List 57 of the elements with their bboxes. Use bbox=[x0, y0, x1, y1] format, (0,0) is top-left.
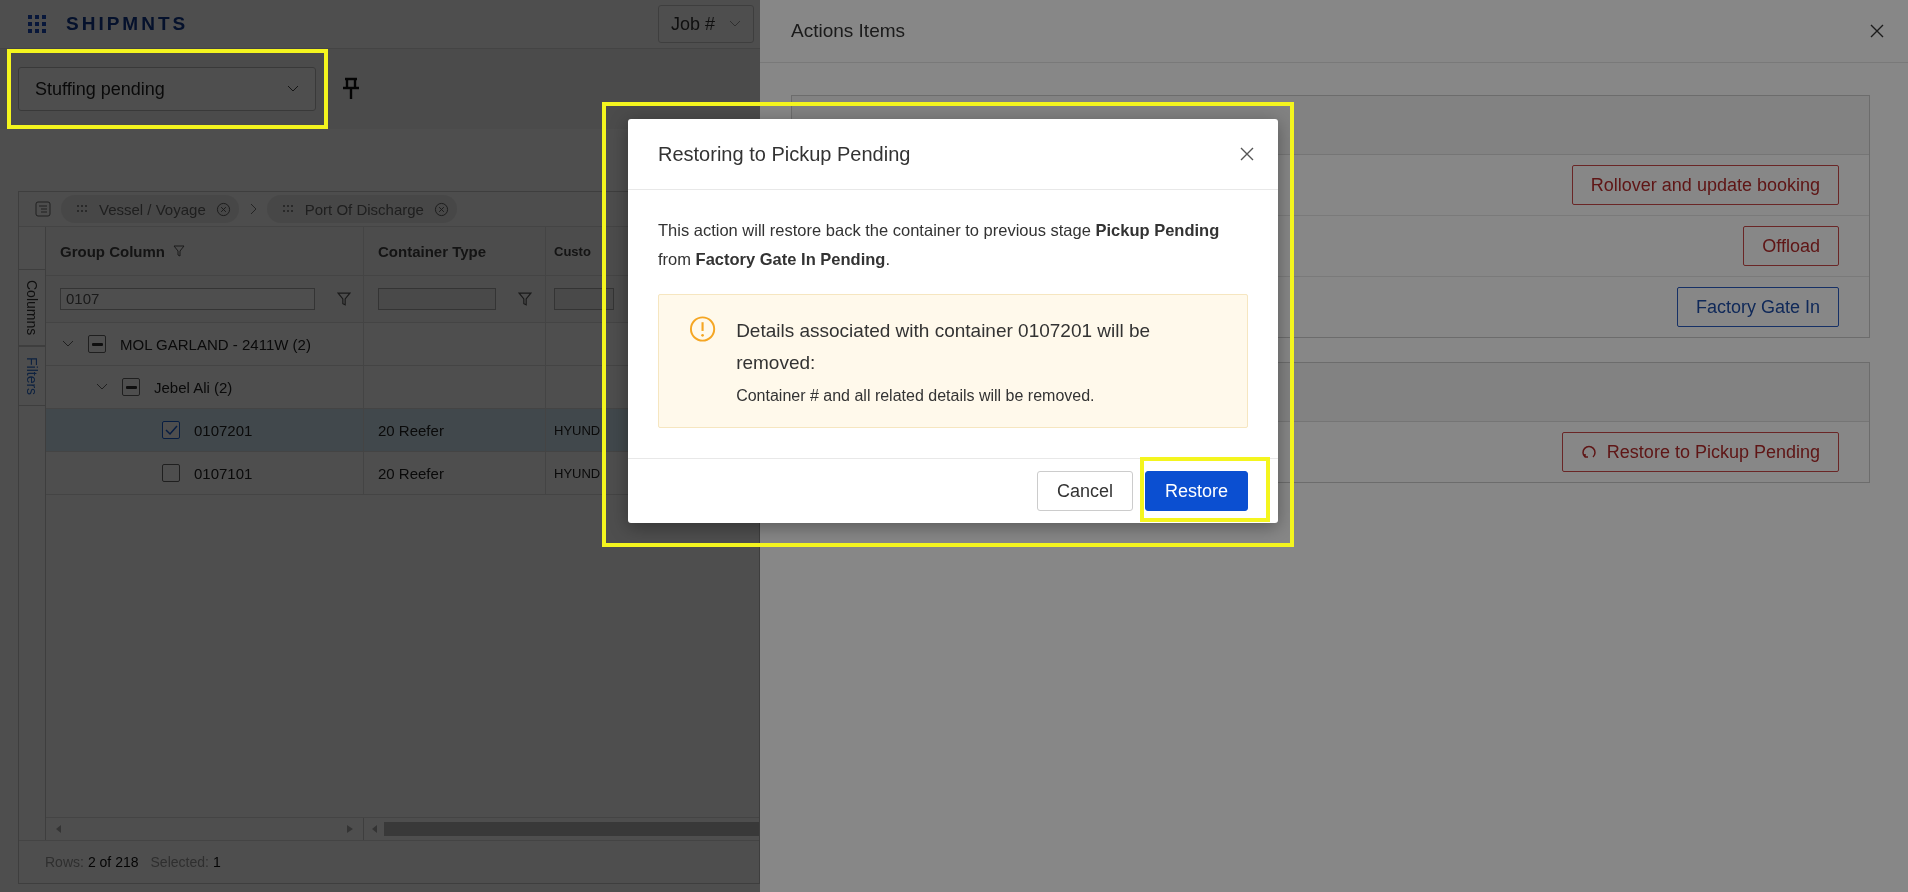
chevron-down-icon bbox=[729, 20, 741, 28]
group-row-label: Jebel Ali (2) bbox=[154, 378, 233, 396]
rows-count: 2 of 218 bbox=[87, 854, 139, 870]
action-button[interactable]: Restore to Pickup Pending bbox=[1561, 432, 1839, 472]
checkbox[interactable] bbox=[122, 378, 140, 396]
remove-icon[interactable] bbox=[215, 201, 231, 217]
table-cell: HYUND bbox=[554, 422, 601, 438]
filter-icon[interactable] bbox=[337, 292, 351, 306]
filter-field[interactable] bbox=[554, 288, 614, 310]
selected-count: 1 bbox=[212, 854, 221, 870]
dialog-title: Restoring to Pickup Pending bbox=[658, 142, 911, 166]
action-button[interactable]: Offload bbox=[1743, 226, 1839, 266]
refresh-icon bbox=[1580, 444, 1597, 460]
action-button[interactable]: Rollover and update booking bbox=[1571, 165, 1839, 205]
checkbox[interactable] bbox=[162, 464, 180, 482]
group-panel-icon[interactable] bbox=[35, 201, 51, 217]
alert-title: Details associated with container 0107201 will be removed: bbox=[736, 319, 1152, 375]
warning-icon bbox=[689, 315, 717, 343]
close-icon[interactable] bbox=[1240, 147, 1254, 161]
column-header[interactable]: Group Column bbox=[46, 227, 364, 275]
cancel-button[interactable]: Cancel bbox=[1036, 471, 1133, 511]
chevron-down-icon[interactable] bbox=[62, 340, 74, 348]
chevron-right-icon bbox=[248, 203, 257, 215]
scroll-left-icon[interactable] bbox=[56, 825, 62, 833]
action-button[interactable]: Factory Gate In bbox=[1676, 287, 1839, 327]
filter-icon[interactable] bbox=[173, 245, 185, 257]
table-cell: 0107101 bbox=[194, 464, 253, 482]
apps-grid-icon[interactable] bbox=[28, 15, 46, 33]
job-select[interactable]: Job # bbox=[658, 5, 754, 43]
checkbox[interactable] bbox=[162, 421, 180, 439]
dialog-message: This action will restore back the container to previous stage Pickup Pending from Factory Gate In Pending. bbox=[658, 220, 1221, 270]
scroll-left-icon[interactable] bbox=[372, 825, 378, 833]
restore-button[interactable]: Restore bbox=[1144, 471, 1248, 511]
panel-title: Actions Items bbox=[791, 20, 906, 42]
drag-handle-icon[interactable] bbox=[282, 205, 295, 213]
brand-logo: SHIPMNTS bbox=[66, 13, 189, 35]
filter-icon[interactable] bbox=[518, 292, 532, 306]
side-tab[interactable]: Filters bbox=[19, 346, 45, 407]
alert-text: Container # and all related details will be removed. bbox=[736, 387, 1096, 405]
group-row-label: MOL GARLAND - 2411W (2) bbox=[120, 335, 311, 353]
drag-handle-icon[interactable] bbox=[77, 205, 89, 213]
table-cell: 20 Reefer bbox=[378, 421, 444, 439]
side-tab[interactable]: Columns bbox=[19, 269, 45, 347]
checkbox[interactable] bbox=[88, 335, 106, 353]
scrollbar-thumb[interactable] bbox=[384, 822, 759, 836]
chevron-down-icon bbox=[287, 85, 299, 93]
scroll-right-icon[interactable] bbox=[347, 825, 353, 833]
stage-select[interactable]: Stuffing pending bbox=[18, 67, 316, 111]
pin-icon[interactable] bbox=[342, 77, 360, 101]
filter-field[interactable] bbox=[378, 288, 496, 310]
column-header[interactable]: Container Type bbox=[364, 227, 546, 275]
remove-icon[interactable] bbox=[433, 201, 449, 217]
table-cell: HYUND bbox=[554, 465, 601, 481]
table-cell: 20 Reefer bbox=[378, 464, 444, 482]
table-cell: 0107201 bbox=[194, 421, 253, 439]
close-icon[interactable] bbox=[1870, 24, 1884, 38]
chevron-down-icon[interactable] bbox=[96, 383, 108, 391]
